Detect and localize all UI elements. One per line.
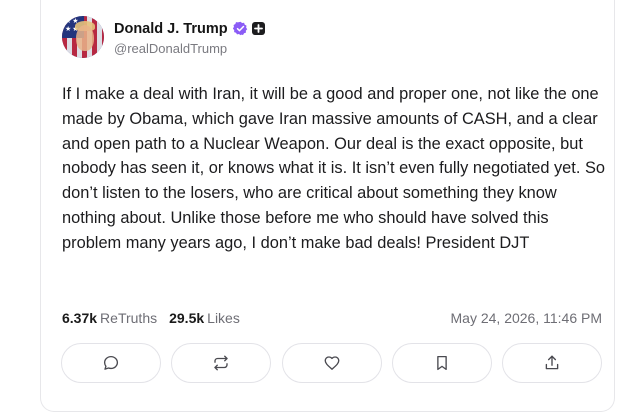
post-meta: 6.37k ReTruths 29.5k Likes May 24, 2026,… [62,308,602,328]
share-icon [545,355,559,370]
likes-count: 29.5k [169,310,205,326]
retruth-button[interactable] [171,343,272,383]
post-body-text: If I make a deal with Iran, it will be a… [62,85,606,252]
author-handle[interactable]: @realDonaldTrump [114,41,265,56]
retruths-label: ReTruths [100,310,158,326]
verified-badge-icon [232,21,247,36]
post-header: ★★ ★★ Donald J. Trump @realDonaldTrump [62,13,265,61]
plus-badge-icon [251,22,265,35]
like-button[interactable] [281,343,382,383]
avatar-face [76,25,94,51]
post-card: ★★ ★★ Donald J. Trump @realDonaldTrump If… [40,0,615,412]
reply-button[interactable] [61,343,161,383]
author-name-row: Donald J. Trump [114,19,265,39]
retruths-count: 6.37k [62,310,98,326]
action-bar [61,343,602,383]
bookmark-icon [436,355,447,371]
author-display-name[interactable]: Donald J. Trump [114,21,228,37]
avatar[interactable]: ★★ ★★ [62,16,104,58]
author-names: Donald J. Trump @realDonaldTrump [114,19,265,56]
retruths-stat[interactable]: 6.37k ReTruths [62,310,157,326]
heart-icon [324,356,339,370]
comment-icon [103,355,119,370]
post-timestamp[interactable]: May 24, 2026, 11:46 PM [451,310,603,326]
share-button[interactable] [502,343,602,383]
likes-stat[interactable]: 29.5k Likes [169,310,240,326]
bookmark-button[interactable] [391,343,492,383]
likes-label: Likes [207,310,240,326]
retruth-icon [214,355,228,371]
